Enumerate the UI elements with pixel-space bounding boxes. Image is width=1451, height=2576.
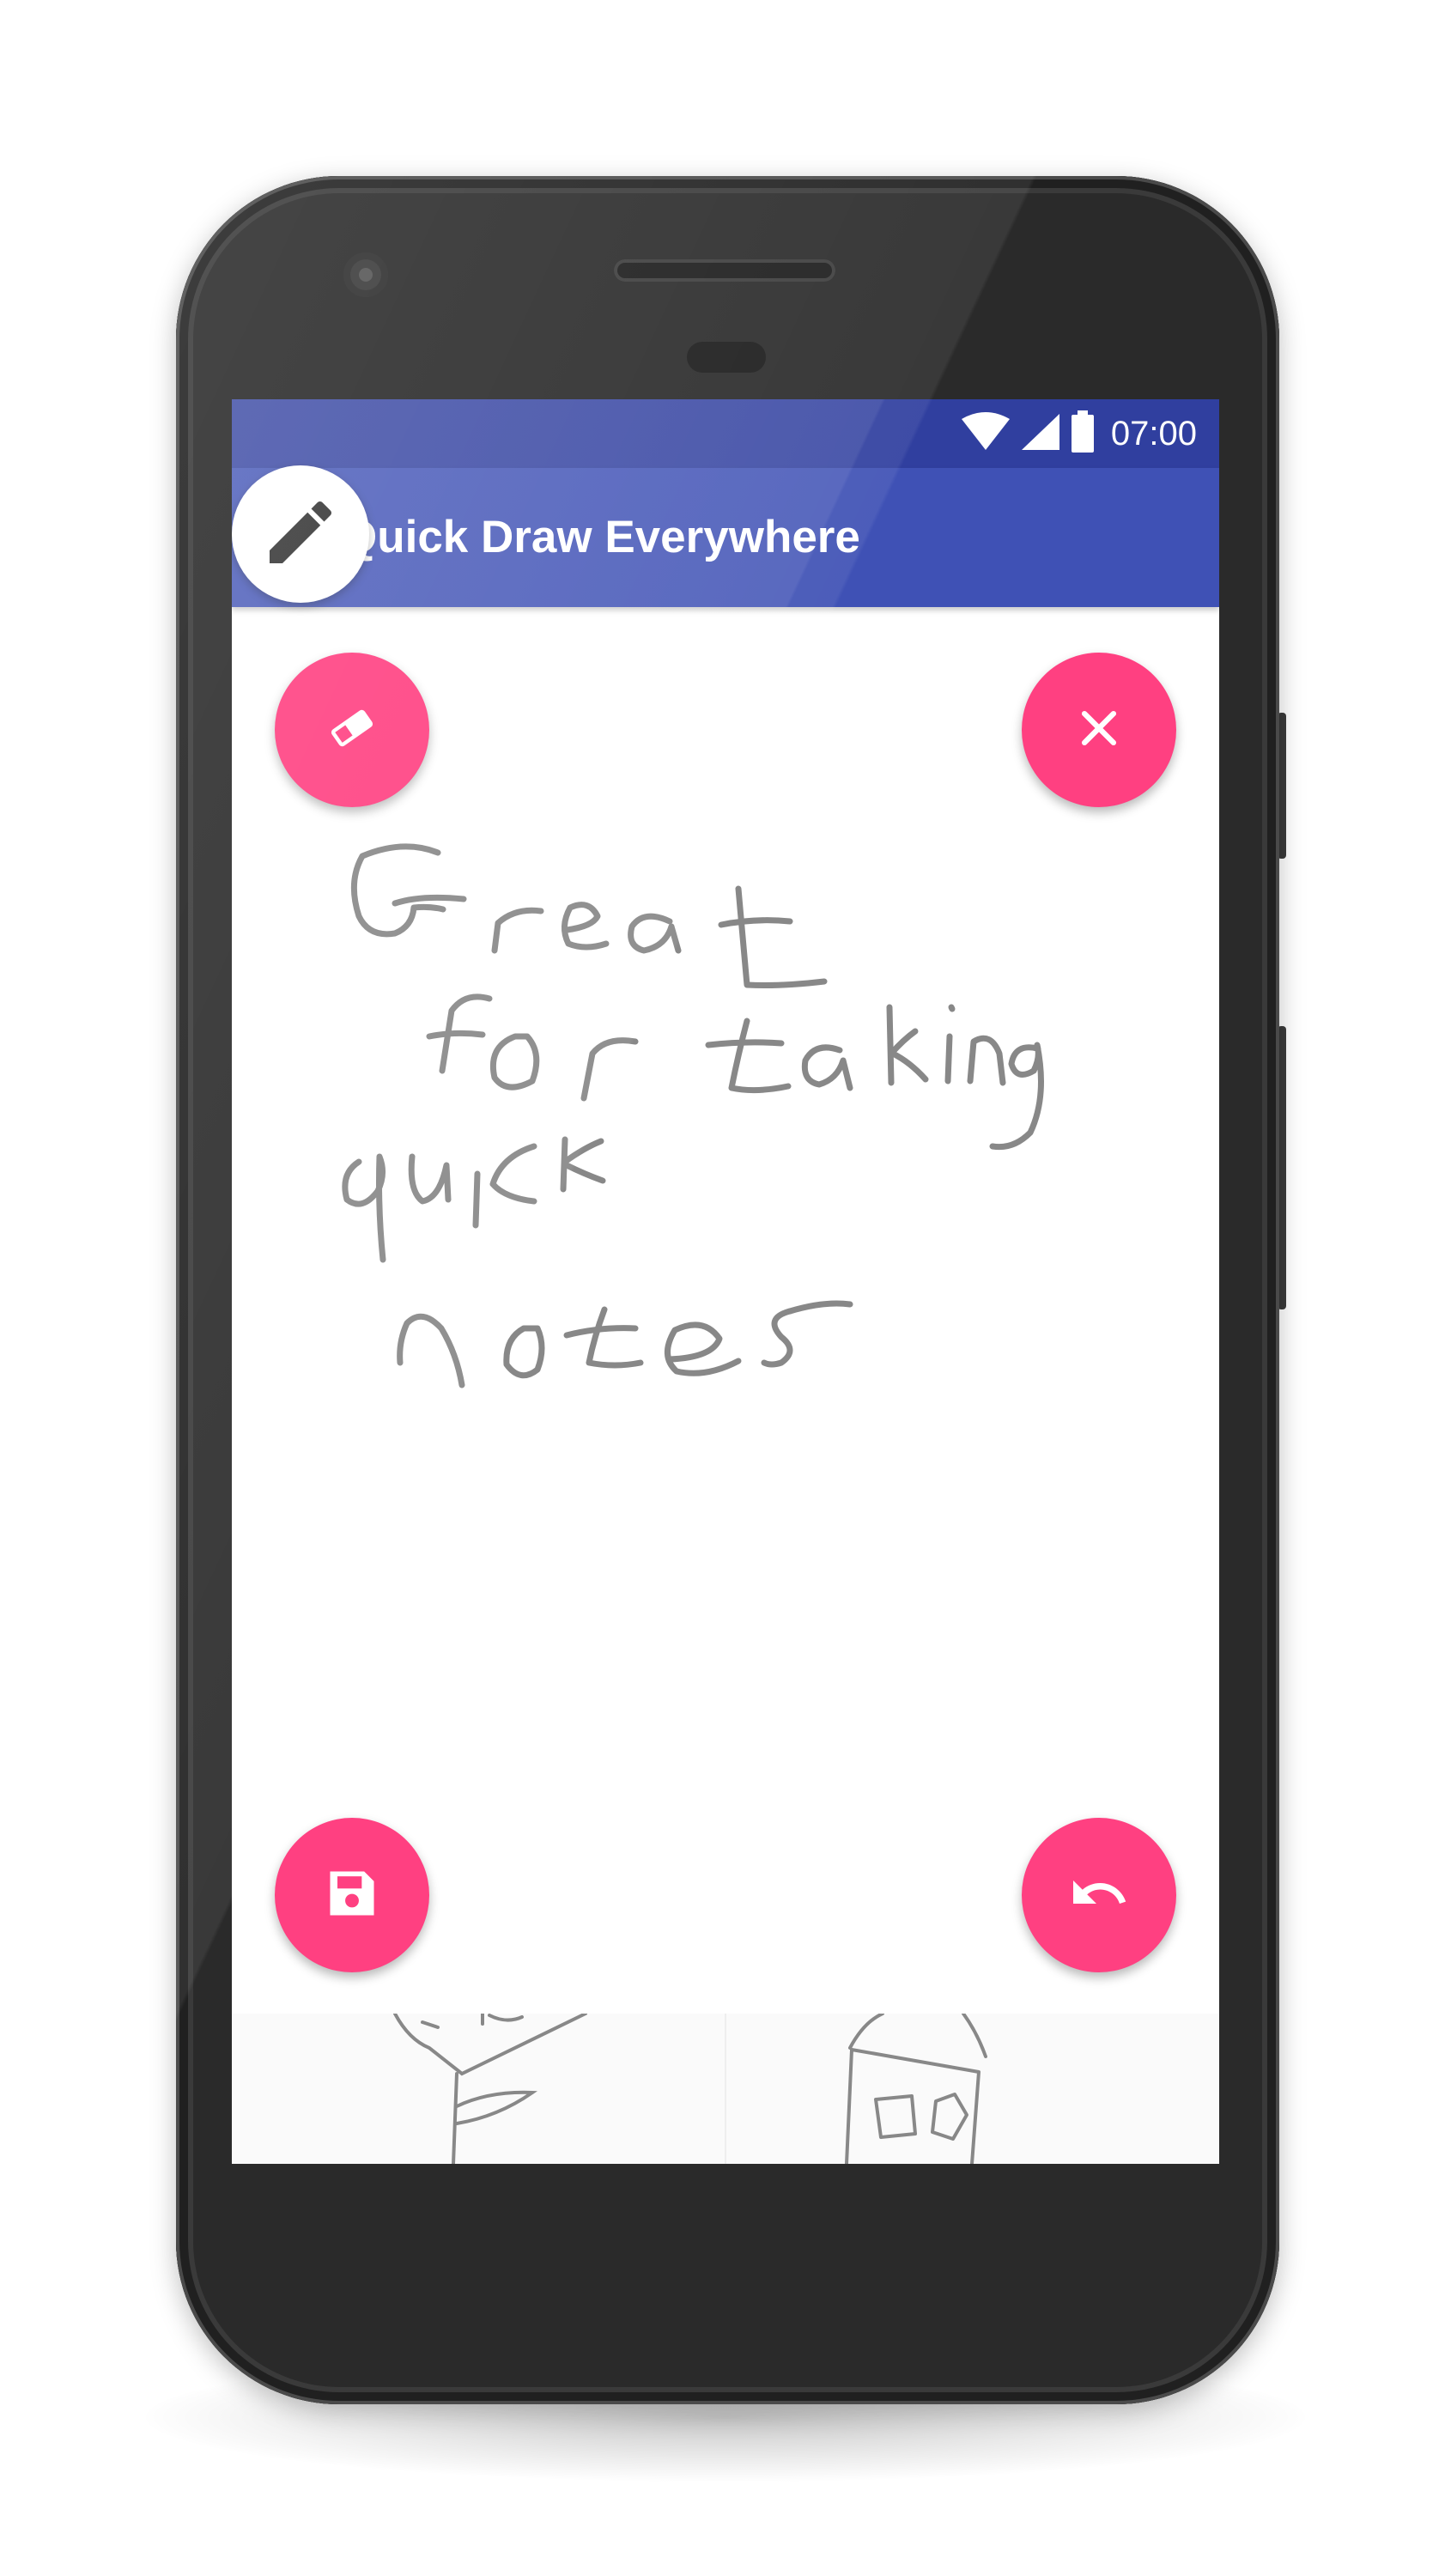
stroke-r2 xyxy=(580,1037,639,1102)
save-button[interactable] xyxy=(275,1818,429,1972)
status-bar: 07:00 xyxy=(232,399,1219,468)
battery-icon xyxy=(1070,410,1096,458)
stroke-n xyxy=(967,1035,1006,1086)
stroke-k-arm xyxy=(888,1028,919,1057)
stroke-s xyxy=(761,1308,793,1368)
stroke-t2-stem xyxy=(728,1018,792,1094)
save-icon xyxy=(323,1864,381,1927)
handwriting-drawing xyxy=(342,843,1044,1388)
stroke-a1 xyxy=(628,913,682,954)
stroke-i2 xyxy=(472,1170,481,1229)
cell-signal-icon xyxy=(1020,412,1061,456)
proximity-sensor xyxy=(687,342,766,373)
stroke-r1 xyxy=(491,907,544,954)
eraser-icon xyxy=(322,698,382,762)
eraser-button[interactable] xyxy=(275,653,429,807)
stroke-t1-bar xyxy=(718,917,793,928)
front-camera xyxy=(343,252,388,297)
earpiece-speaker xyxy=(614,259,835,282)
phone-screen: 07:00 Quick Draw Everywhere xyxy=(232,399,1219,2164)
stroke-t3-stem xyxy=(586,1306,644,1369)
thumbnail-house[interactable] xyxy=(726,2014,1219,2164)
stroke-t2-bar xyxy=(705,1039,785,1048)
stroke-k-leg xyxy=(889,1050,929,1083)
stroke-i-dot xyxy=(948,1004,956,1012)
stroke-i-stem xyxy=(944,1033,953,1084)
status-time: 07:00 xyxy=(1110,414,1197,453)
stroke-o1 xyxy=(489,1033,540,1091)
close-button[interactable] xyxy=(1022,653,1176,807)
stroke-k-stem xyxy=(886,1004,895,1086)
floating-draw-bubble[interactable] xyxy=(232,465,369,603)
close-icon xyxy=(1074,703,1124,757)
stroke-t1-stem xyxy=(735,885,828,988)
status-icons: 07:00 xyxy=(960,399,1197,468)
stroke-k2-arm xyxy=(562,1138,604,1165)
stroke-e1 xyxy=(562,902,610,951)
stroke-q xyxy=(342,1153,386,1263)
stroke-a2 xyxy=(801,1044,853,1091)
stroke-c xyxy=(489,1143,537,1205)
stroke-n2 xyxy=(397,1313,465,1388)
undo-button[interactable] xyxy=(1022,1818,1176,1972)
app-title: Quick Draw Everywhere xyxy=(342,512,860,562)
stroke-G xyxy=(350,843,446,938)
undo-icon xyxy=(1068,1862,1130,1929)
stroke-G-bar xyxy=(392,894,467,907)
stroke-o2 xyxy=(503,1325,545,1379)
stroke-u xyxy=(408,1153,452,1205)
wifi-icon xyxy=(960,411,1011,456)
stroke-f-bar xyxy=(426,1030,486,1040)
pencil-icon xyxy=(259,491,342,578)
thumbnail-tree[interactable] xyxy=(232,2014,725,2164)
stroke-k2-leg xyxy=(563,1162,606,1184)
stroke-s-top xyxy=(786,1300,853,1315)
stroke-t3-bar xyxy=(563,1325,639,1339)
app-bar: Quick Draw Everywhere xyxy=(232,468,1219,607)
saved-drawings-strip xyxy=(232,2014,1219,2164)
stroke-e2 xyxy=(665,1321,742,1376)
